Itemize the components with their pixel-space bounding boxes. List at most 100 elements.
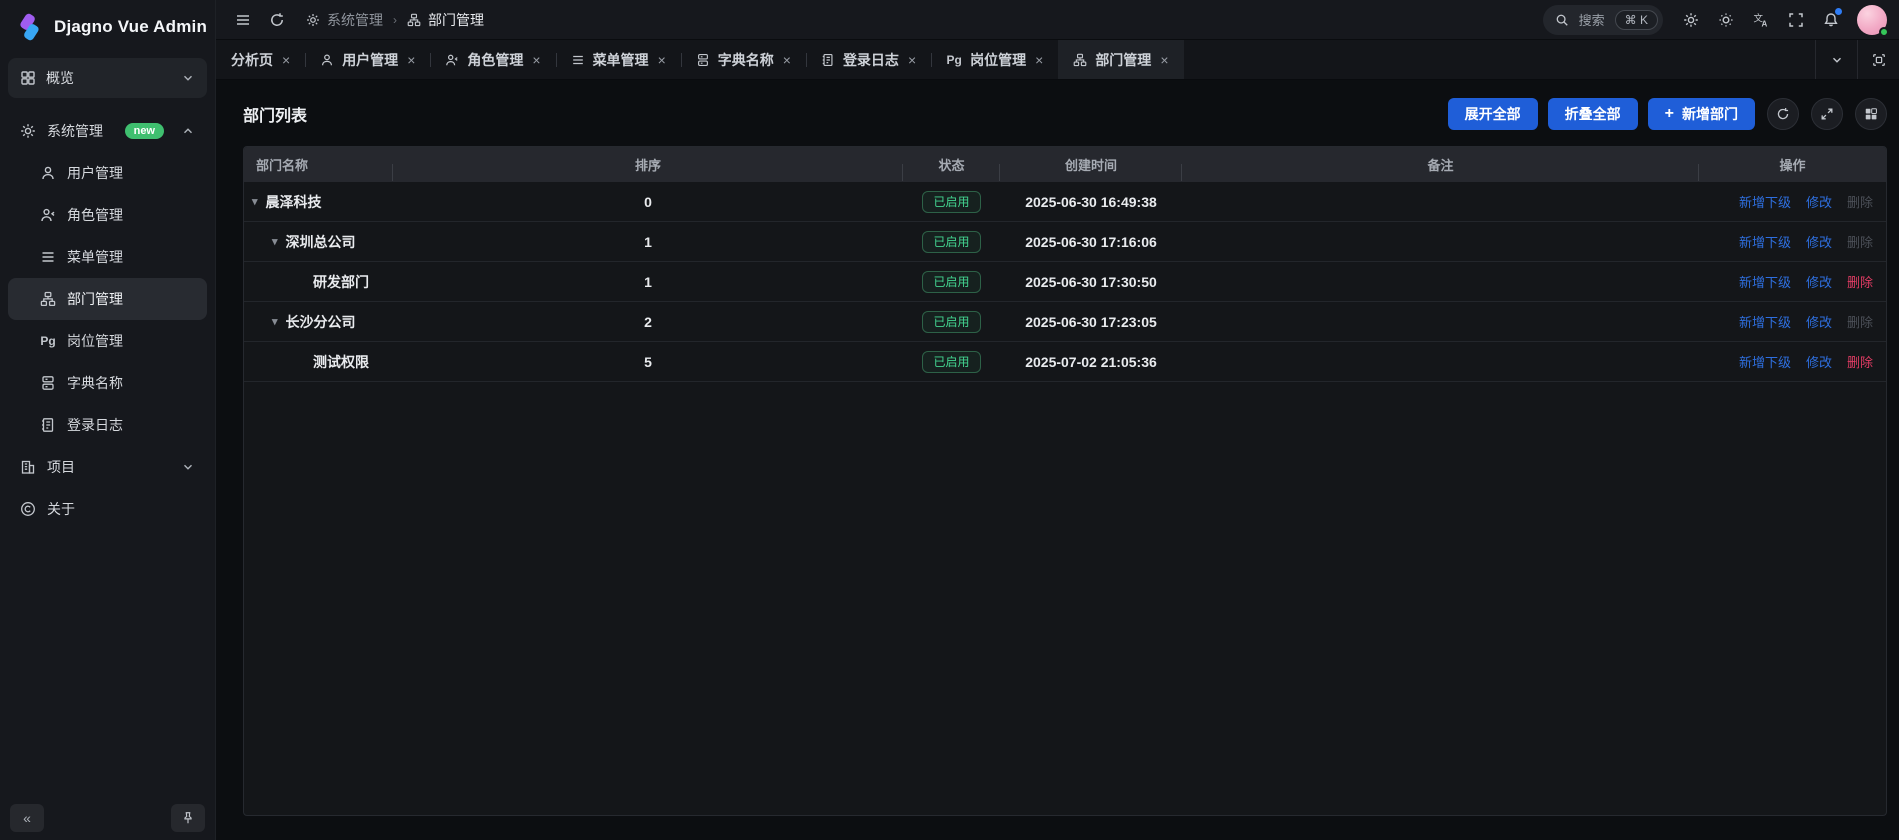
add-department-button[interactable]: + 新增部门: [1648, 98, 1755, 130]
table-fullscreen-button[interactable]: [1811, 98, 1843, 130]
edit-link[interactable]: 修改: [1806, 192, 1832, 211]
collapse-all-button[interactable]: 折叠全部: [1548, 98, 1638, 130]
created-cell: 2025-07-02 21:05:36: [1000, 354, 1182, 370]
delete-link[interactable]: 删除: [1847, 352, 1873, 371]
column-header-sort[interactable]: 排序: [393, 155, 903, 174]
add-child-link[interactable]: 新增下级: [1739, 312, 1791, 331]
sidebar-item-dictionary[interactable]: 字典名称: [8, 362, 207, 404]
edit-link[interactable]: 修改: [1806, 272, 1832, 291]
add-child-link[interactable]: 新增下级: [1739, 352, 1791, 371]
column-header-action[interactable]: 操作: [1699, 155, 1886, 174]
app-root: Djagno Vue Admin 概览 系统管理 new: [0, 0, 1899, 840]
tree-collapse-caret[interactable]: ▾: [272, 315, 278, 328]
department-name-cell: ▾ 深圳总公司: [244, 232, 393, 252]
fullscreen-button[interactable]: [1781, 5, 1811, 35]
pin-icon: [181, 811, 195, 825]
table-empty-area: [244, 382, 1886, 815]
user-icon: [40, 165, 56, 181]
tab-close-icon[interactable]: ×: [1035, 52, 1043, 68]
notifications-button[interactable]: [1816, 5, 1846, 35]
settings-button[interactable]: [1676, 5, 1706, 35]
breadcrumb-system[interactable]: 系统管理: [306, 10, 383, 30]
action-cell: 新增下级 修改 删除: [1699, 312, 1886, 331]
breadcrumb-department[interactable]: 部门管理: [407, 10, 484, 30]
tab-close-icon[interactable]: ×: [532, 52, 540, 68]
pg-icon: Pg: [40, 334, 56, 348]
sidebar-item-roles[interactable]: 角色管理: [8, 194, 207, 236]
logo-row[interactable]: Djagno Vue Admin: [0, 0, 215, 52]
tab-close-icon[interactable]: ×: [783, 52, 791, 68]
tab-close-icon[interactable]: ×: [908, 52, 916, 68]
delete-link: 删除: [1847, 232, 1873, 251]
tab-analysis[interactable]: 分析页 ×: [216, 40, 305, 79]
sidebar-toggle-button[interactable]: [228, 5, 258, 35]
tab-close-icon[interactable]: ×: [407, 52, 415, 68]
new-badge: new: [125, 123, 164, 139]
org-tree-icon: [407, 13, 421, 27]
add-child-link[interactable]: 新增下级: [1739, 192, 1791, 211]
department-name-cell: ▾ 长沙分公司: [244, 312, 393, 332]
tab-login-logs[interactable]: 登录日志 ×: [806, 40, 931, 79]
tab-roles[interactable]: 角色管理 ×: [430, 40, 555, 79]
status-badge: 已启用: [922, 191, 980, 213]
sidebar-item-project[interactable]: 项目: [8, 446, 207, 488]
grid-icon: [20, 70, 36, 86]
sidebar-item-label: 角色管理: [67, 205, 195, 225]
column-header-created[interactable]: 创建时间: [1000, 155, 1182, 174]
edit-link[interactable]: 修改: [1806, 352, 1832, 371]
sort-cell: 5: [393, 354, 903, 370]
sidebar-item-label: 关于: [47, 499, 195, 519]
tab-list-dropdown-button[interactable]: [1815, 40, 1857, 79]
theme-toggle-button[interactable]: [1711, 5, 1741, 35]
tab-menus[interactable]: 菜单管理 ×: [556, 40, 681, 79]
sidebar-collapse-button[interactable]: «: [10, 804, 44, 832]
tab-users[interactable]: 用户管理 ×: [305, 40, 430, 79]
tab-close-icon[interactable]: ×: [1160, 52, 1168, 68]
search-shortcut-badge: ⌘ K: [1615, 10, 1658, 30]
status-badge: 已启用: [922, 231, 980, 253]
status-cell: 已启用: [903, 271, 1000, 293]
status-cell: 已启用: [903, 231, 1000, 253]
sidebar-item-overview[interactable]: 概览: [8, 58, 207, 98]
avatar[interactable]: [1857, 5, 1887, 35]
add-child-link[interactable]: 新增下级: [1739, 272, 1791, 291]
expand-all-button[interactable]: 展开全部: [1448, 98, 1538, 130]
department-name: 长沙分公司: [286, 312, 356, 332]
tab-close-icon[interactable]: ×: [658, 52, 666, 68]
delete-link[interactable]: 删除: [1847, 272, 1873, 291]
sidebar-item-departments[interactable]: 部门管理: [8, 278, 207, 320]
menu-lines-icon: [571, 53, 585, 67]
sidebar-item-about[interactable]: 关于: [8, 488, 207, 530]
table-refresh-button[interactable]: [1767, 98, 1799, 130]
department-name: 深圳总公司: [286, 232, 356, 252]
language-button[interactable]: 文 A: [1746, 5, 1776, 35]
sidebar-item-positions[interactable]: Pg 岗位管理: [8, 320, 207, 362]
tabbar: 分析页 × 用户管理 × 角色管理 × 菜单管理 ×: [216, 40, 1899, 80]
tab-maximize-button[interactable]: [1857, 40, 1899, 79]
sidebar-item-menus[interactable]: 菜单管理: [8, 236, 207, 278]
tree-collapse-caret[interactable]: ▾: [272, 235, 278, 248]
edit-link[interactable]: 修改: [1806, 232, 1832, 251]
refresh-page-button[interactable]: [262, 5, 292, 35]
sidebar-item-label: 概览: [46, 68, 171, 88]
add-child-link[interactable]: 新增下级: [1739, 232, 1791, 251]
sidebar-pin-button[interactable]: [171, 804, 205, 832]
tab-close-icon[interactable]: ×: [282, 52, 290, 68]
sidebar-item-login-logs[interactable]: 登录日志: [8, 404, 207, 446]
search-input[interactable]: 搜索 ⌘ K: [1543, 5, 1663, 35]
edit-link[interactable]: 修改: [1806, 312, 1832, 331]
sidebar-item-users[interactable]: 用户管理: [8, 152, 207, 194]
sidebar-item-label: 菜单管理: [67, 247, 195, 267]
column-header-remark[interactable]: 备注: [1182, 155, 1699, 174]
user-role-icon: [445, 53, 459, 67]
delete-link: 删除: [1847, 312, 1873, 331]
sidebar-item-system[interactable]: 系统管理 new: [8, 110, 207, 152]
tree-collapse-caret[interactable]: ▾: [252, 195, 258, 208]
building-icon: [20, 459, 36, 475]
tab-departments[interactable]: 部门管理 ×: [1058, 40, 1183, 79]
column-header-name[interactable]: 部门名称: [244, 155, 393, 174]
column-header-status[interactable]: 状态: [903, 155, 1000, 174]
tab-dictionary[interactable]: 字典名称 ×: [681, 40, 806, 79]
tab-positions[interactable]: Pg 岗位管理 ×: [931, 40, 1058, 79]
column-settings-button[interactable]: [1855, 98, 1887, 130]
